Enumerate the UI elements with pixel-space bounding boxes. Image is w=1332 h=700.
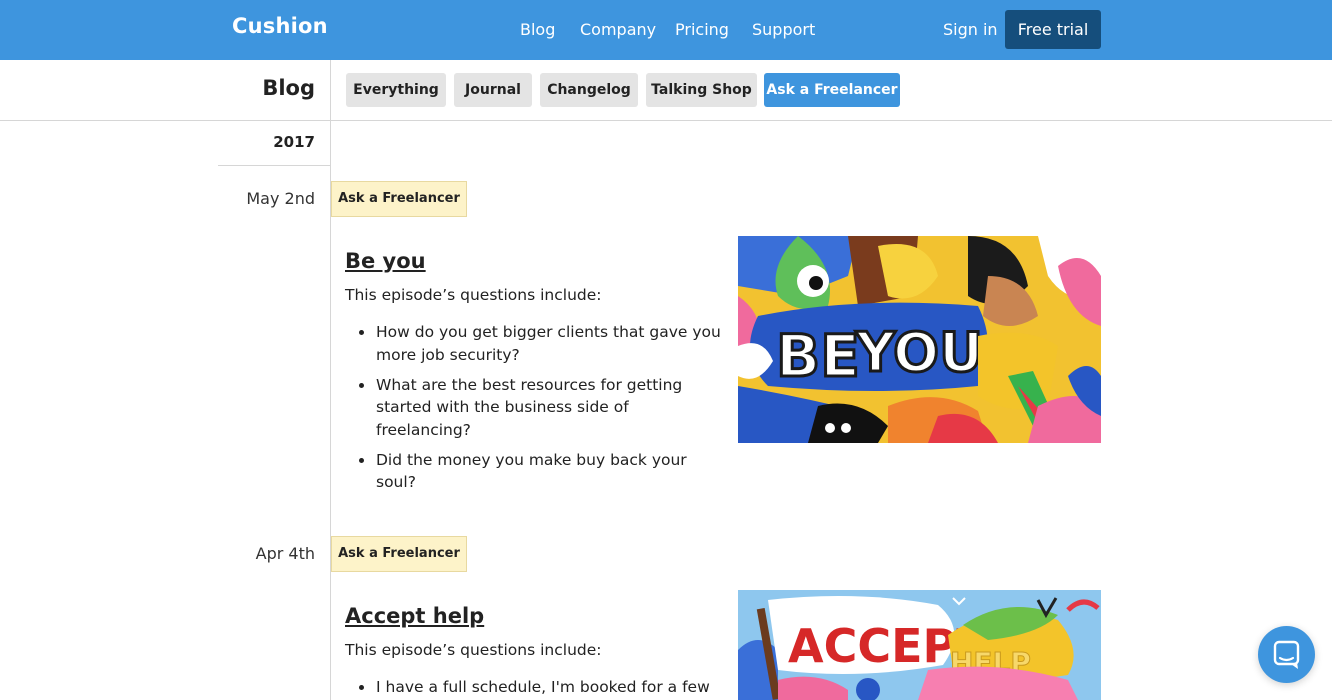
filter-ask-a-freelancer[interactable]: Ask a Freelancer xyxy=(764,73,900,107)
top-navigation-bar: Cushion Blog Company Pricing Support Sig… xyxy=(0,0,1332,60)
nav-support[interactable]: Support xyxy=(752,20,815,39)
free-trial-button[interactable]: Free trial xyxy=(1005,10,1101,49)
question-item: What are the best resources for getting … xyxy=(356,374,726,442)
nav-pricing[interactable]: Pricing xyxy=(675,20,729,39)
nav-blog[interactable]: Blog xyxy=(520,20,555,39)
svg-text:YOU: YOU xyxy=(855,321,983,384)
filter-everything[interactable]: Everything xyxy=(346,73,446,107)
post-date: Apr 4th xyxy=(255,544,315,563)
post-illustration-be-you[interactable]: BE YOU xyxy=(738,236,1101,443)
accept-help-illustration: ACCEPT HELP xyxy=(738,590,1101,700)
post-title[interactable]: Be you xyxy=(345,249,426,273)
filter-journal[interactable]: Journal xyxy=(454,73,532,107)
question-item: How do you get bigger clients that gave … xyxy=(356,321,726,366)
post-intro: This episode’s questions include: xyxy=(345,641,602,659)
question-item: I have a full schedule, I'm booked for a… xyxy=(356,676,726,699)
filter-talking-shop[interactable]: Talking Shop xyxy=(646,73,757,107)
year-label: 2017 xyxy=(273,133,315,151)
post-date: May 2nd xyxy=(246,189,315,208)
be-you-illustration: BE YOU xyxy=(738,236,1101,443)
sign-in-link[interactable]: Sign in xyxy=(943,20,998,39)
post-category-tag[interactable]: Ask a Freelancer xyxy=(331,181,467,217)
post-illustration-accept-help[interactable]: ACCEPT HELP xyxy=(738,590,1101,700)
post-intro: This episode’s questions include: xyxy=(345,286,602,304)
question-list: How do you get bigger clients that gave … xyxy=(356,321,726,501)
filter-changelog[interactable]: Changelog xyxy=(540,73,638,107)
post-title[interactable]: Accept help xyxy=(345,604,484,628)
timeline-divider xyxy=(330,60,331,700)
post-category-tag[interactable]: Ask a Freelancer xyxy=(331,536,467,572)
chat-bubble-icon xyxy=(1273,640,1300,669)
question-item: Did the money you make buy back your sou… xyxy=(356,449,726,494)
nav-company[interactable]: Company xyxy=(580,20,656,39)
year-divider xyxy=(218,165,330,166)
chat-launcher-button[interactable] xyxy=(1258,626,1315,683)
question-list: I have a full schedule, I'm booked for a… xyxy=(356,676,726,700)
svg-text:BE: BE xyxy=(776,322,860,390)
blog-heading: Blog xyxy=(262,76,315,100)
cushion-logo[interactable]: Cushion xyxy=(232,14,328,38)
